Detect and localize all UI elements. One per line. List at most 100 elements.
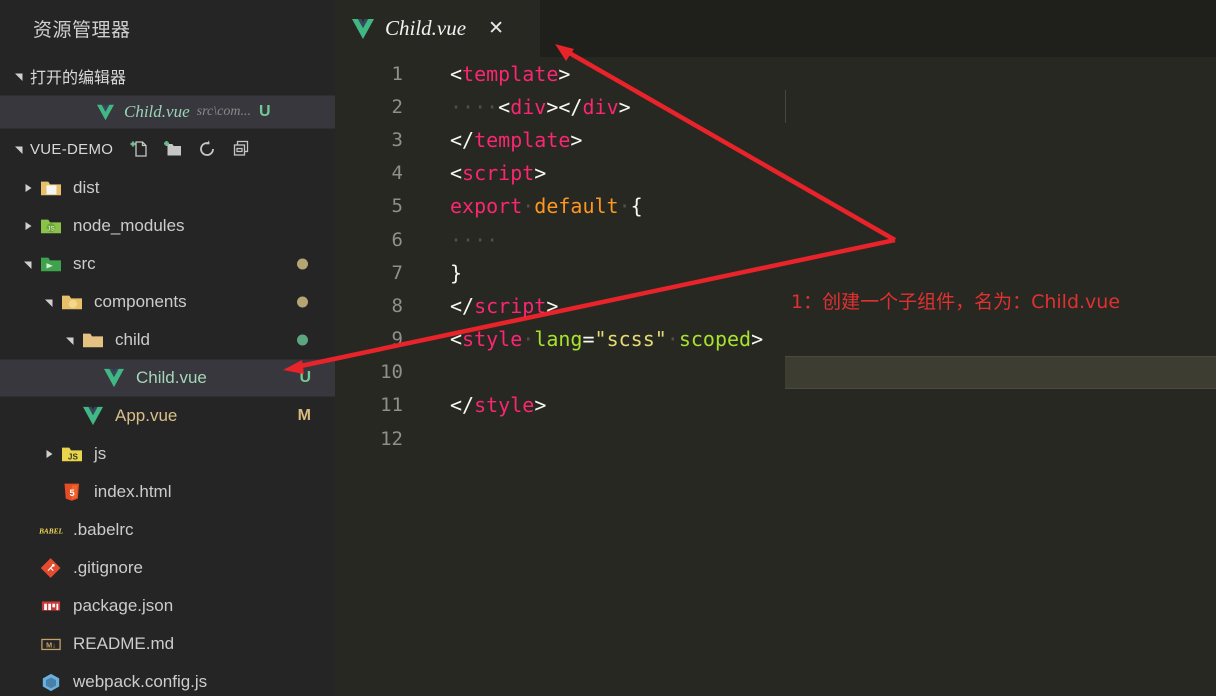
chevron-down-icon[interactable]	[39, 296, 59, 308]
code-token: script	[474, 293, 547, 318]
code-token: >	[534, 393, 547, 418]
new-file-icon[interactable]	[129, 139, 149, 159]
line-number: 12	[380, 427, 403, 450]
annotation-label: 1：创建一个子组件，名为：Child.vue	[791, 291, 1121, 313]
code-line[interactable]: 1 <template>	[335, 57, 1216, 90]
code-token: >	[618, 94, 631, 119]
code-editor[interactable]: 1 <template> 2 ····<div></div> 3 </template> 4…	[335, 57, 1216, 696]
chevron-down-icon[interactable]	[18, 258, 38, 270]
tree-item-child[interactable]: child	[0, 321, 335, 359]
line-number: 2	[391, 95, 403, 118]
git-icon	[38, 558, 64, 578]
code-token: ·	[522, 327, 535, 352]
code-line[interactable]: 11 </style>	[335, 389, 1216, 422]
code-token: {	[630, 194, 643, 219]
code-line[interactable]: 10	[335, 355, 1216, 389]
code-token: template	[474, 127, 571, 152]
vue-file-icon	[92, 104, 118, 121]
code-line[interactable]: 7}	[335, 256, 1216, 289]
tree-item-label: js	[94, 444, 107, 463]
code-text: </style>	[450, 393, 546, 417]
markdown-icon: M↓	[38, 634, 64, 654]
code-text: <template>	[450, 62, 570, 86]
tab-label: Child.vue	[385, 16, 467, 40]
vue-file-icon	[101, 368, 127, 388]
tree-item-index-html[interactable]: 5 index.html	[0, 473, 335, 511]
open-editors-label: 打开的编辑器	[30, 70, 127, 87]
code-line[interactable]: 4 <script>	[335, 157, 1216, 190]
tree-item-components[interactable]: components	[0, 283, 335, 321]
tree-item-gitignore[interactable]: .gitignore	[0, 549, 335, 587]
code-text: ····<div></div>	[450, 95, 631, 119]
tree-item-dist[interactable]: dist	[0, 169, 335, 207]
code-token: ····	[450, 94, 499, 119]
chevron-down-icon[interactable]	[60, 334, 80, 346]
tree-item-node-modules[interactable]: JS node_modules	[0, 207, 335, 245]
open-editor-git-badge: U	[258, 103, 271, 120]
folder-comp-icon	[59, 292, 85, 312]
code-line[interactable]: 5 export·default·{	[335, 190, 1216, 223]
line-number: 10	[380, 361, 403, 384]
chevron-down-icon	[8, 70, 30, 82]
close-icon[interactable]: ✕	[488, 19, 504, 38]
project-name-label: VUE-DEMO	[30, 140, 114, 158]
open-editor-item-child-vue[interactable]: Child.vue src\com... U	[0, 95, 335, 129]
new-folder-icon[interactable]	[163, 139, 183, 159]
code-line[interactable]: 3 </template>	[335, 123, 1216, 156]
tree-item-babelrc[interactable]: BABEL .babelrc	[0, 511, 335, 549]
code-token: >	[546, 293, 559, 318]
code-token: div	[582, 94, 619, 119]
code-token: ·	[522, 194, 535, 219]
tree-item-readme-md[interactable]: M↓ README.md	[0, 625, 335, 663]
editor-area: Child.vue ✕ 1 <template> 2 ····<div></div> 3…	[335, 0, 1216, 696]
code-token: >	[558, 61, 571, 86]
webpack-icon	[38, 672, 64, 692]
chevron-right-icon[interactable]	[18, 182, 38, 194]
code-token: =	[582, 327, 595, 352]
code-line[interactable]: 2 ····<div></div>	[335, 90, 1216, 124]
code-token: scoped	[678, 327, 752, 352]
code-text: <style·lang="scss"·scoped>	[450, 327, 763, 351]
code-token: style	[474, 393, 535, 418]
code-token: >	[751, 327, 764, 352]
code-token: >	[546, 94, 559, 119]
code-token: </	[558, 94, 583, 119]
chevron-right-icon[interactable]	[39, 448, 59, 460]
code-token: div	[510, 94, 547, 119]
vue-file-icon	[351, 18, 375, 40]
tree-item-src[interactable]: src	[0, 245, 335, 283]
code-line[interactable]: 9 <style·lang="scss"·scoped>	[335, 323, 1216, 356]
project-section-header[interactable]: VUE-DEMO	[0, 129, 335, 169]
open-editors-section-header[interactable]: 打开的编辑器	[0, 57, 335, 95]
svg-text:BABEL: BABEL	[39, 528, 63, 536]
code-token: </	[450, 293, 475, 318]
collapse-all-icon[interactable]	[231, 139, 251, 159]
tree-item-js[interactable]: JS js	[0, 435, 335, 473]
code-token: default	[534, 194, 619, 219]
indent-guide	[785, 90, 786, 124]
code-token: </	[450, 393, 475, 418]
code-text: </script>	[450, 294, 558, 318]
tree-item-package-json[interactable]: package.json	[0, 587, 335, 625]
explorer-title: 资源管理器	[33, 20, 131, 41]
current-line-highlight	[785, 355, 1216, 389]
code-line[interactable]: 12	[335, 422, 1216, 455]
chevron-right-icon[interactable]	[18, 220, 38, 232]
code-token: export	[450, 194, 523, 219]
file-tree: dist JS node_modules src components child Chil…	[0, 169, 335, 696]
code-token: <	[450, 161, 463, 186]
tab-child-vue[interactable]: Child.vue ✕	[335, 0, 540, 57]
tree-item-label: dist	[73, 178, 100, 197]
refresh-icon[interactable]	[197, 139, 217, 159]
tree-item-webpack-config-js[interactable]: webpack.config.js	[0, 663, 335, 696]
modified-dot-indicator	[297, 334, 308, 346]
code-token: ·	[666, 327, 679, 352]
code-token: <	[450, 61, 463, 86]
tree-item-app-vue[interactable]: App.vue M	[0, 397, 335, 435]
tree-item-label: node_modules	[73, 216, 185, 235]
line-number: 3	[391, 128, 403, 151]
tree-item-child-vue[interactable]: Child.vue U	[0, 359, 335, 397]
modified-dot-indicator	[297, 258, 308, 270]
code-line[interactable]: 6 ····	[335, 223, 1216, 256]
open-editor-filename: Child.vue	[124, 102, 190, 121]
